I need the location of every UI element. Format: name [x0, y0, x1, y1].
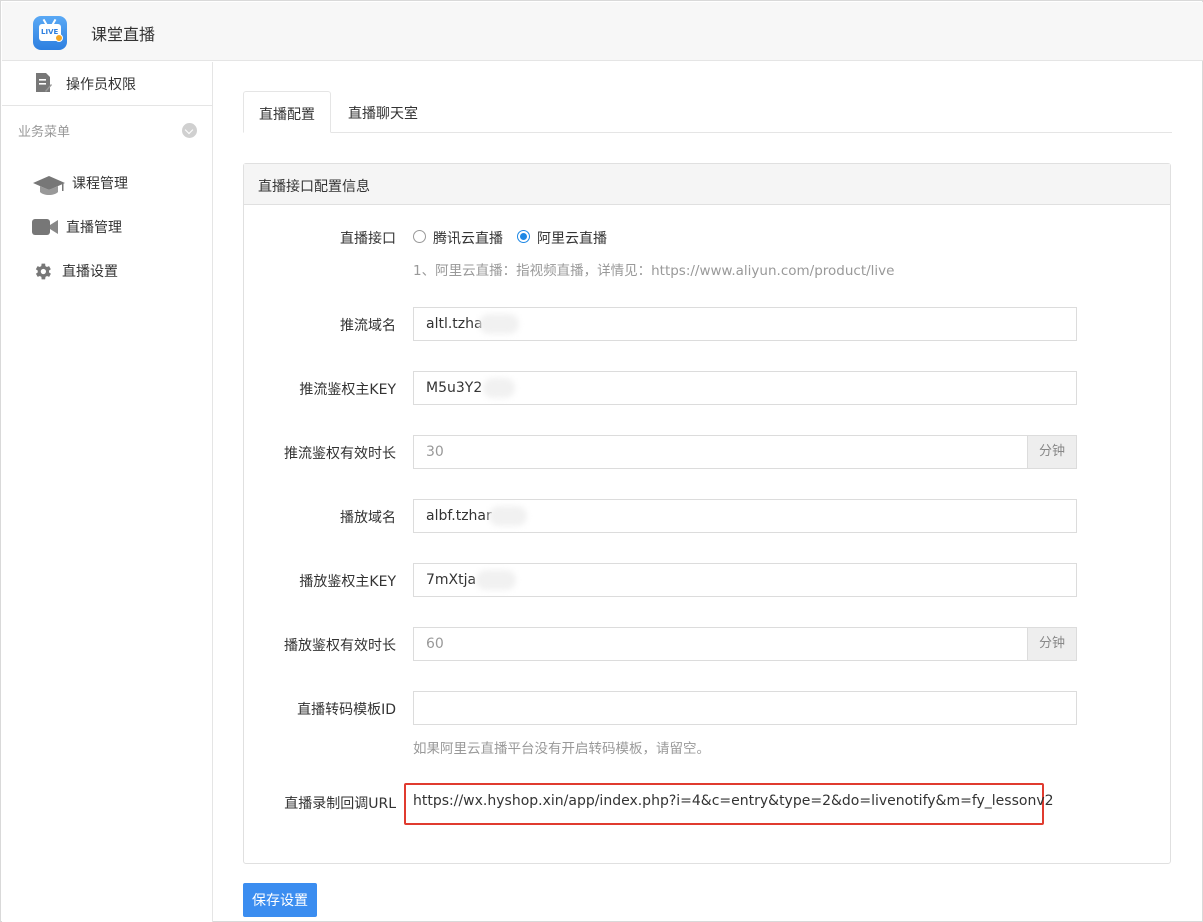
play-valid-input[interactable]	[413, 627, 1028, 661]
save-button[interactable]: 保存设置	[243, 883, 317, 917]
sidebar-item-label: 直播管理	[66, 220, 122, 236]
redaction-blur	[489, 506, 527, 526]
tab-live-chatroom[interactable]: 直播聊天室	[333, 91, 433, 133]
push-domain-label: 推流域名	[340, 318, 396, 334]
panel-title: 直播接口配置信息	[258, 179, 370, 195]
sidebar: 操作员权限 业务菜单 课程管理 直播管理 直播设置	[2, 62, 213, 922]
sidebar-item-label: 课程管理	[72, 176, 128, 192]
play-domain-label: 播放域名	[340, 510, 396, 526]
app-window: LIVE 课堂直播 操作员权限 业务菜单 课程管理 直播管理 直播设置 直播配置…	[0, 0, 1203, 922]
play-valid-unit: 分钟	[1027, 627, 1077, 661]
interface-hint: 1、阿里云直播：指视频直播，详情见：https://www.aliyun.com…	[413, 263, 895, 279]
push-valid-label: 推流鉴权有效时长	[284, 446, 396, 462]
radio-tencent[interactable]	[413, 230, 426, 243]
template-id-hint: 如果阿里云直播平台没有开启转码模板，请留空。	[413, 741, 710, 757]
template-id-label: 直播转码模板ID	[297, 702, 396, 718]
redaction-blur	[479, 314, 519, 334]
sidebar-item-live-settings[interactable]: 直播设置	[2, 251, 212, 291]
gear-icon	[35, 263, 51, 280]
redaction-blur	[476, 570, 516, 590]
panel-header: 直播接口配置信息	[244, 164, 1170, 205]
sidebar-item-label: 操作员权限	[66, 77, 136, 93]
redaction-blur	[483, 378, 515, 398]
app-title: 课堂直播	[91, 25, 156, 44]
sidebar-item-label: 直播设置	[62, 264, 118, 280]
push-key-label: 推流鉴权主KEY	[299, 382, 396, 398]
radio-aliyun[interactable]	[517, 230, 530, 243]
play-key-label: 播放鉴权主KEY	[299, 574, 396, 590]
video-camera-icon	[32, 219, 58, 235]
menu-group-title: 业务菜单	[18, 125, 71, 140]
sidebar-item-course-management[interactable]: 课程管理	[2, 163, 212, 203]
document-edit-icon	[36, 73, 52, 92]
play-valid-label: 播放鉴权有效时长	[284, 638, 396, 654]
interface-label: 直播接口	[340, 231, 396, 247]
chevron-down-icon[interactable]	[182, 123, 197, 138]
callback-url-label: 直播录制回调URL	[284, 796, 396, 812]
template-id-input[interactable]	[413, 691, 1077, 725]
sidebar-item-live-management[interactable]: 直播管理	[2, 207, 212, 247]
radio-tencent-label[interactable]: 腾讯云直播	[433, 228, 503, 248]
callback-url-value[interactable]: https://wx.hyshop.xin/app/index.php?i=4&…	[413, 793, 1054, 809]
push-valid-unit: 分钟	[1027, 435, 1077, 469]
top-header: LIVE 课堂直播	[2, 2, 1203, 61]
sidebar-item-operator-permissions[interactable]: 操作员权限	[2, 62, 212, 106]
live-tv-icon: LIVE	[33, 16, 67, 50]
graduation-cap-icon	[33, 176, 65, 195]
push-valid-input[interactable]	[413, 435, 1028, 469]
tab-live-config[interactable]: 直播配置	[243, 91, 331, 133]
tab-bar: 直播配置 直播聊天室	[243, 91, 1172, 133]
radio-aliyun-label[interactable]: 阿里云直播	[537, 228, 607, 248]
